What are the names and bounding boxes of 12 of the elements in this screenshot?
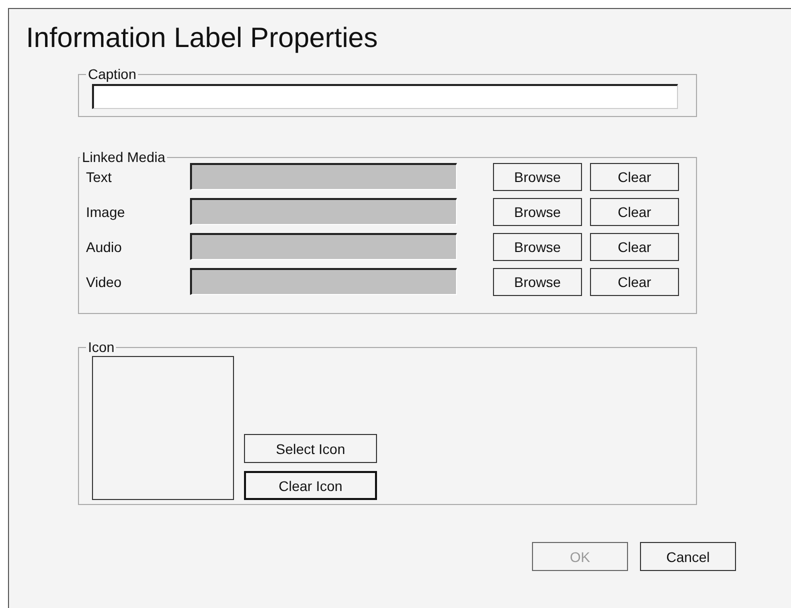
field-label: Audio — [86, 238, 123, 254]
icon-button[interactable]: Clear Icon — [244, 471, 377, 500]
field-label: Video — [86, 274, 123, 290]
field-label: Text — [86, 168, 113, 184]
group-label: Icon — [87, 340, 116, 354]
group-label: Linked Media — [81, 150, 166, 164]
group-label: Caption — [87, 67, 138, 81]
caption-field[interactable] — [92, 84, 678, 109]
dialog-title: Information Label Properties — [26, 21, 379, 55]
icon-button[interactable]: Select Icon — [244, 434, 377, 463]
dialog-button[interactable]: Cancel — [640, 542, 736, 571]
field-label: Image — [86, 204, 126, 220]
